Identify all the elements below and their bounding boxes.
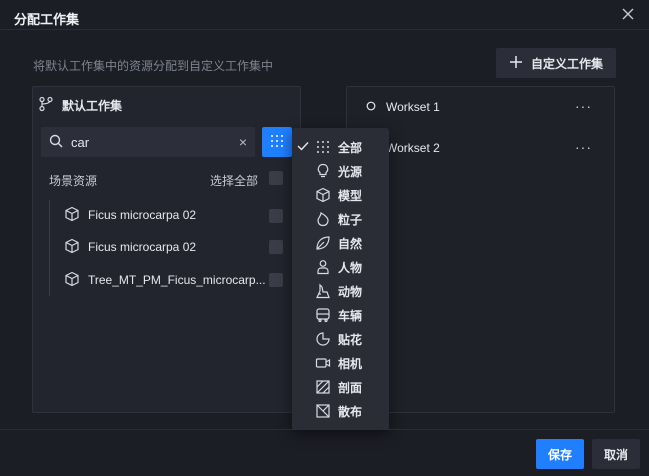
list-item[interactable]: Ficus microcarpa 02 [64, 237, 196, 257]
menu-item-camera[interactable]: 相机 [292, 351, 389, 375]
list-item[interactable]: Ficus microcarpa 02 [64, 205, 196, 225]
scatter-icon [314, 402, 332, 420]
filter-button[interactable] [262, 127, 292, 157]
menu-item-person[interactable]: 人物 [292, 255, 389, 279]
menu-item-label: 动物 [338, 284, 363, 299]
dialog-subtitle: 将默认工作集中的资源分配到自定义工作集中 [33, 59, 274, 73]
dialog-title: 分配工作集 [14, 12, 80, 27]
add-custom-workset-button[interactable]: 自定义工作集 [496, 48, 616, 78]
menu-item-label: 散布 [338, 404, 363, 419]
list-item-label: Tree_MT_PM_Ficus_microcarp... [88, 273, 266, 287]
list-item-label: Ficus microcarpa 02 [88, 240, 197, 254]
workset-label: Workset 1 [386, 100, 440, 114]
default-workset-title: 默认工作集 [62, 99, 123, 113]
search-input[interactable]: car [71, 135, 231, 150]
menu-item-nature[interactable]: 自然 [292, 231, 389, 255]
menu-item-decal[interactable]: 贴花 [292, 327, 389, 351]
menu-item-scatter[interactable]: 散布 [292, 399, 389, 423]
menu-item-vehicle[interactable]: 车辆 [292, 303, 389, 327]
save-button[interactable]: 保存 [536, 439, 584, 469]
search-icon [49, 134, 63, 151]
menu-item-label: 车辆 [338, 308, 363, 323]
select-all-checkbox[interactable] [269, 171, 283, 185]
close-icon[interactable] [620, 6, 636, 22]
list-item-label: Ficus microcarpa 02 [88, 208, 197, 222]
animal-icon [314, 282, 332, 300]
cube-icon [64, 238, 80, 257]
tree-guide-line [49, 200, 50, 296]
item-checkbox[interactable] [269, 240, 283, 254]
menu-item-section[interactable]: 剖面 [292, 375, 389, 399]
clear-search-icon[interactable]: × [239, 134, 247, 150]
menu-item-label: 光源 [338, 164, 363, 179]
cube-icon [314, 186, 332, 204]
menu-item-label: 自然 [338, 236, 363, 251]
scene-resources-header: 场景资源 [49, 174, 98, 188]
flame-icon [314, 210, 332, 228]
menu-item-label: 相机 [338, 356, 363, 371]
select-all-label: 选择全部 [210, 174, 259, 188]
menu-item-label: 贴花 [338, 332, 363, 347]
bus-icon [314, 306, 332, 324]
menu-item-all[interactable]: 全部 [292, 135, 389, 159]
cube-icon [64, 271, 80, 290]
leaf-icon [314, 234, 332, 252]
workset-more-button[interactable]: ··· [575, 98, 592, 114]
menu-item-animal[interactable]: 动物 [292, 279, 389, 303]
menu-item-particles[interactable]: 粒子 [292, 207, 389, 231]
workset-item[interactable]: Workset 1 [366, 100, 440, 114]
checkmark-icon [292, 140, 314, 154]
default-workset-header: 默认工作集 [38, 96, 122, 115]
header-divider [0, 29, 649, 30]
grid-icon [314, 138, 332, 156]
list-item[interactable]: Tree_MT_PM_Ficus_microcarp... [64, 270, 266, 290]
item-checkbox[interactable] [269, 209, 283, 223]
section-icon [314, 378, 332, 396]
menu-item-model[interactable]: 模型 [292, 183, 389, 207]
search-field[interactable]: car × [41, 127, 255, 157]
radio-circle-icon [366, 100, 376, 114]
menu-item-label: 全部 [338, 140, 363, 155]
decal-icon [314, 330, 332, 348]
menu-item-light[interactable]: 光源 [292, 159, 389, 183]
workset-more-button[interactable]: ··· [575, 139, 592, 155]
dots-grid-icon [270, 134, 284, 151]
lightbulb-icon [314, 162, 332, 180]
footer-divider [0, 429, 649, 430]
menu-item-label: 模型 [338, 188, 363, 203]
menu-item-label: 粒子 [338, 212, 363, 227]
plus-icon [509, 55, 523, 72]
person-icon [314, 258, 332, 276]
menu-item-label: 剖面 [338, 380, 363, 395]
cancel-button[interactable]: 取消 [592, 439, 640, 469]
cube-icon [64, 206, 80, 225]
workset-label: Workset 2 [386, 141, 440, 155]
item-checkbox[interactable] [269, 273, 283, 287]
filter-dropdown-menu: 全部 光源 模型 粒子 自然 人物 动物 车辆 贴花 相机 剖面 散布 [292, 128, 389, 430]
camera-icon [314, 354, 332, 372]
add-custom-workset-label: 自定义工作集 [530, 56, 603, 71]
menu-item-label: 人物 [338, 260, 363, 275]
workset-branch-icon [38, 96, 54, 115]
